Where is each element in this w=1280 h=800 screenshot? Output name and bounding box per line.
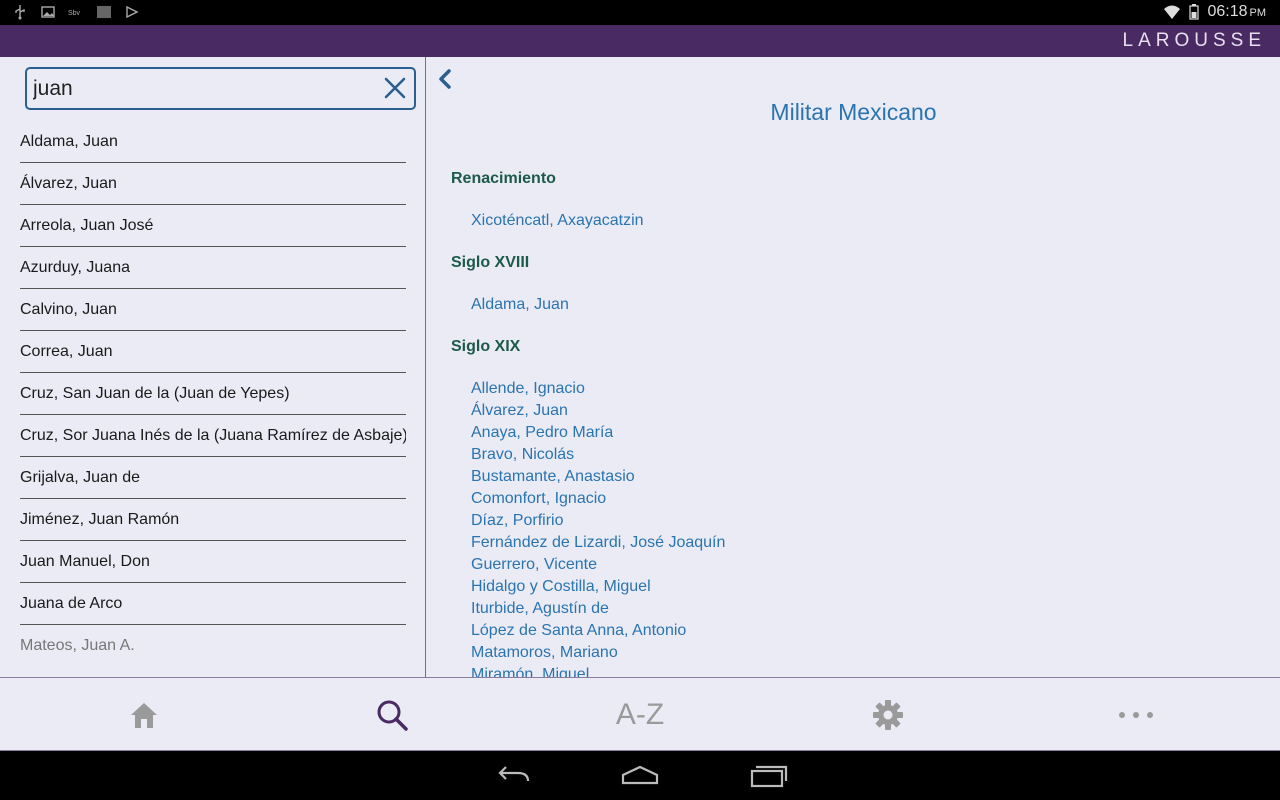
tab-a-z[interactable]: A-Z: [600, 678, 680, 752]
result-item[interactable]: Mateos, Juan A.: [20, 625, 406, 667]
back-icon[interactable]: [492, 763, 532, 789]
search-box: [25, 67, 416, 110]
entry-link[interactable]: Aldama, Juan: [471, 296, 569, 314]
search-input[interactable]: [33, 75, 373, 103]
entry-link[interactable]: Bustamante, Anastasio: [471, 468, 635, 486]
barcode-icon: [97, 6, 111, 18]
clear-search-button[interactable]: [382, 75, 408, 101]
entry-link[interactable]: Iturbide, Agustín de: [471, 600, 609, 618]
tab-home[interactable]: [104, 678, 184, 752]
search-results-list: Aldama, Juan Álvarez, Juan Arreola, Juan…: [20, 121, 406, 667]
result-item[interactable]: Jiménez, Juan Ramón: [20, 499, 406, 541]
recent-apps-icon[interactable]: [748, 763, 788, 789]
result-item[interactable]: Azurduy, Juana: [20, 247, 406, 289]
a-z-label: A-Z: [615, 698, 665, 731]
svg-text:Sbv: Sbv: [68, 10, 81, 17]
tab-more[interactable]: [1096, 678, 1176, 752]
detail-title: Militar Mexicano: [770, 99, 937, 125]
play-store-icon: [126, 5, 139, 19]
entry-link[interactable]: Hidalgo y Costilla, Miguel: [471, 578, 651, 596]
wifi-icon: [1164, 5, 1181, 19]
entry-link[interactable]: Miramón, Miguel: [471, 666, 589, 677]
status-bar: Sbv 06:18 PM: [0, 0, 1280, 25]
entry-link[interactable]: Comonfort, Ignacio: [471, 490, 606, 508]
app-bar: LAROUSSE: [0, 25, 1280, 57]
bottom-tab-bar: A-Z: [0, 677, 1280, 751]
result-item[interactable]: Calvino, Juan: [20, 289, 406, 331]
search-icon: [377, 700, 408, 731]
entry-link[interactable]: Fernández de Lizardi, José Joaquín: [471, 534, 725, 552]
result-item[interactable]: Cruz, Sor Juana Inés de la (Juana Ramíre…: [20, 415, 406, 457]
usb-icon: [15, 5, 25, 20]
more-icon: [1119, 712, 1153, 718]
sim-icon: Sbv: [68, 10, 81, 17]
result-item[interactable]: Álvarez, Juan: [20, 163, 406, 205]
main-content: Aldama, Juan Álvarez, Juan Arreola, Juan…: [0, 57, 1280, 677]
battery-icon: [1189, 4, 1200, 20]
entry-link[interactable]: Díaz, Porfirio: [471, 512, 563, 530]
system-status: 06:18 PM: [1163, 3, 1266, 21]
entry-link[interactable]: López de Santa Anna, Antonio: [471, 622, 686, 640]
result-item[interactable]: Aldama, Juan: [20, 121, 406, 163]
search-panel: Aldama, Juan Álvarez, Juan Arreola, Juan…: [0, 57, 426, 677]
section-heading: Siglo XVIII: [451, 254, 530, 271]
home-icon: [131, 703, 157, 728]
section-heading: Renacimiento: [451, 170, 556, 187]
home-nav-icon[interactable]: [620, 763, 660, 789]
entry-link[interactable]: Guerrero, Vicente: [471, 556, 597, 574]
result-item[interactable]: Juan Manuel, Don: [20, 541, 406, 583]
entry-link[interactable]: Bravo, Nicolás: [471, 446, 574, 464]
notification-icons: Sbv: [12, 4, 140, 20]
entry-link[interactable]: Matamoros, Mariano: [471, 644, 618, 662]
back-chevron-icon[interactable]: [435, 67, 455, 91]
entry-link[interactable]: Álvarez, Juan: [471, 402, 568, 420]
section-heading: Siglo XIX: [451, 338, 521, 355]
entry-link[interactable]: Anaya, Pedro María: [471, 424, 613, 442]
result-item[interactable]: Arreola, Juan José: [20, 205, 406, 247]
clock: 06:18 PM: [1207, 3, 1266, 20]
entry-link[interactable]: Xicoténcatl, Axayacatzin: [471, 212, 644, 230]
entry-link[interactable]: Allende, Ignacio: [471, 380, 585, 398]
tab-search[interactable]: [352, 678, 432, 752]
brand-logo: LAROUSSE: [1122, 30, 1266, 51]
system-nav-bar: [0, 751, 1280, 800]
detail-panel: Militar Mexicano Renacimiento Xicoténcat…: [427, 57, 1280, 677]
result-item[interactable]: Juana de Arco: [20, 583, 406, 625]
result-item[interactable]: Correa, Juan: [20, 331, 406, 373]
result-item[interactable]: Grijalva, Juan de: [20, 457, 406, 499]
tab-settings[interactable]: [848, 678, 928, 752]
image-icon: [41, 6, 55, 18]
result-item[interactable]: Cruz, San Juan de la (Juan de Yepes): [20, 373, 406, 415]
gear-icon: [873, 700, 903, 730]
